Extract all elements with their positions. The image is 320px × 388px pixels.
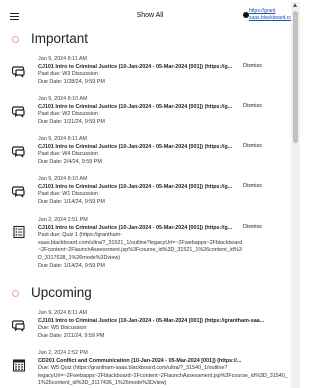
item-due-date: Due Date: 1/14/24, 9:59 PM (38, 198, 105, 205)
item-due-date: Due Date: 2/11/24, 9:59 PM (38, 332, 105, 339)
item-due-date: Due Date: 1/14/24, 9:59 PM (38, 262, 105, 269)
dismiss-button[interactable]: Dismiss (243, 63, 262, 69)
list-item[interactable]: Jan 9, 2024 8:10 AM CJ101 Intro to Crimi… (0, 176, 290, 220)
item-due-date: Due Date: 1/21/24, 9:59 PM (38, 118, 105, 125)
item-status: Past due: W3 Discussion (38, 71, 98, 78)
item-course[interactable]: CJ101 Intro to Criminal Justice (10-Jan-… (38, 318, 288, 326)
item-course[interactable]: CJ101 Intro to Criminal Justice (10-Jan-… (38, 104, 243, 112)
item-due-date: Due Date: 1/28/24, 9:59 PM (38, 78, 105, 85)
item-course[interactable]: CD201 Conflict and Communication (10-Jan… (38, 358, 288, 366)
scroll-up-arrow-icon[interactable] (293, 3, 297, 7)
item-date: Jan 2, 2024 2:51 PM (38, 217, 88, 223)
section-marker-icon (12, 290, 19, 297)
calendar-icon (12, 359, 26, 372)
section-important: Important (0, 30, 290, 52)
item-date: Jan 9, 2024 8:10 AM (38, 176, 88, 182)
item-link[interactable]: legacyUrl=~2Fwebapps~2Fblackboard~2Fcont… (38, 373, 288, 388)
dismiss-button[interactable]: Dismiss (243, 183, 262, 189)
item-date: Jan 9, 2024 8:10 AM (38, 96, 88, 102)
discussion-icon (12, 66, 25, 78)
item-status: Past due: Quiz 1 (https://grantham- (38, 232, 122, 239)
list-item[interactable]: Jan 2, 2024 2:51 PM CJ101 Intro to Crimi… (0, 217, 290, 277)
dismiss-button[interactable]: Dismiss (243, 103, 262, 109)
dismiss-button[interactable]: Dismiss (243, 224, 262, 230)
dismiss-button[interactable]: Dismiss (243, 143, 262, 149)
item-course[interactable]: CJ101 Intro to Criminal Justice (10-Jan-… (38, 225, 243, 233)
item-date: Jan 9, 2024 8:11 AM (38, 310, 88, 316)
section-marker-icon (12, 36, 19, 43)
item-course[interactable]: CJ101 Intro to Criminal Justice (10-Jan-… (38, 144, 243, 152)
scrollbar[interactable] (291, 2, 300, 388)
list-item[interactable]: Jan 9, 2024 8:10 AM CJ101 Intro to Crimi… (0, 96, 290, 140)
section-title: Upcoming (31, 285, 92, 300)
item-date: Jan 9, 2024 8:11 AM (38, 136, 88, 142)
list-item[interactable]: Jan 9, 2024 8:11 AM CJ101 Intro to Crimi… (0, 310, 290, 352)
item-status: Past due: W1 Discussion (38, 191, 98, 198)
section-upcoming: Upcoming (0, 284, 290, 306)
discussion-icon (12, 106, 25, 118)
list-item[interactable]: Jan 9, 2024 8:11 AM CJ101 Intro to Crimi… (0, 56, 290, 100)
top-bar: Show All https://grant saas.blackboard.c… (0, 0, 300, 32)
item-date: Jan 2, 2024 2:52 PM (38, 350, 88, 356)
item-status: Past due: W2 Discussion (38, 111, 98, 118)
section-title: Important (31, 31, 89, 46)
item-status: Due: W5 Discussion (38, 325, 87, 332)
discussion-icon (12, 186, 25, 198)
discussion-icon (12, 146, 25, 158)
item-status: Past due: W4 Discussion (38, 151, 98, 158)
list-item[interactable]: Jan 2, 2024 2:52 PM CD201 Conflict and C… (0, 350, 290, 388)
item-course[interactable]: CJ101 Intro to Criminal Justice (10-Jan-… (38, 184, 243, 192)
discussion-icon (12, 320, 25, 332)
item-link[interactable]: saas.blackboard.com/ultra/?_31521_1/outl… (38, 240, 243, 263)
quiz-icon (13, 225, 25, 239)
item-course[interactable]: CJ101 Intro to Criminal Justice (10-Jan-… (38, 64, 243, 72)
item-date: Jan 9, 2024 8:11 AM (38, 56, 88, 62)
scroll-thumb[interactable] (293, 11, 298, 143)
item-status: Due: W5 Quiz (https://grantham-saas.blac… (38, 365, 228, 372)
item-due-date: Due Date: 2/4/24, 9:59 PM (38, 158, 102, 165)
list-item[interactable]: Jan 9, 2024 8:11 AM CJ101 Intro to Crimi… (0, 136, 290, 180)
